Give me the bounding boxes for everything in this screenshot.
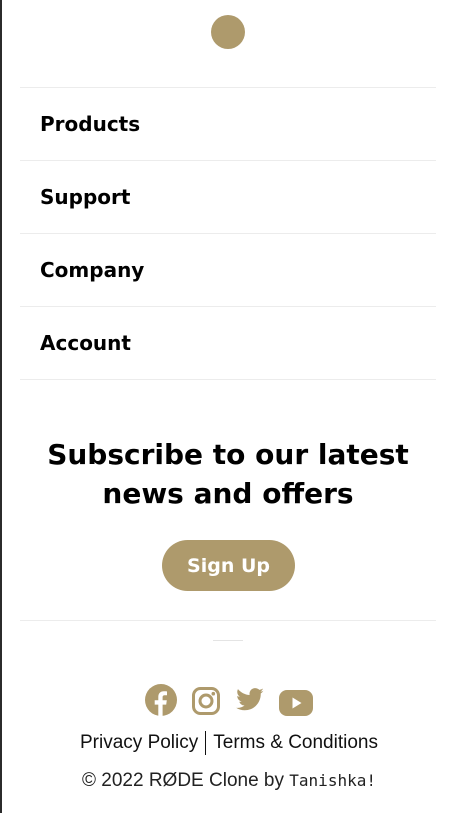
copyright: © 2022 RØDE Clone by Tanishka!: [0, 770, 458, 792]
brand-dot-icon: [211, 15, 245, 49]
terms-conditions-link[interactable]: Terms & Conditions: [213, 732, 378, 754]
twitter-icon[interactable]: [235, 684, 265, 723]
facebook-icon[interactable]: [145, 684, 177, 723]
short-divider: [213, 640, 243, 641]
nav-item-label: Company: [40, 258, 145, 282]
copyright-author: Tanishka!: [289, 771, 376, 790]
legal-links: Privacy Policy Terms & Conditions: [0, 731, 458, 755]
nav-item-products[interactable]: Products: [20, 87, 436, 160]
subscribe-heading: Subscribe to our latest news and offers: [20, 435, 436, 513]
nav-item-label: Account: [40, 331, 131, 355]
footer-nav: Products Support Company Account: [20, 87, 436, 380]
nav-item-support[interactable]: Support: [20, 160, 436, 233]
subscribe-heading-line2: news and offers: [102, 477, 354, 510]
legal-separator: [205, 731, 207, 755]
privacy-policy-link[interactable]: Privacy Policy: [80, 732, 198, 754]
subscribe-heading-line1: Subscribe to our latest: [47, 438, 409, 471]
footer-divider: [20, 620, 436, 621]
sign-up-button[interactable]: Sign Up: [162, 540, 295, 591]
nav-item-company[interactable]: Company: [20, 233, 436, 306]
youtube-icon[interactable]: [279, 684, 313, 723]
nav-item-label: Products: [40, 112, 141, 136]
nav-item-account[interactable]: Account: [20, 306, 436, 380]
social-links: [0, 684, 458, 723]
nav-item-label: Support: [40, 185, 131, 209]
copyright-text: © 2022 RØDE Clone by: [82, 770, 290, 791]
instagram-icon[interactable]: [191, 684, 221, 723]
